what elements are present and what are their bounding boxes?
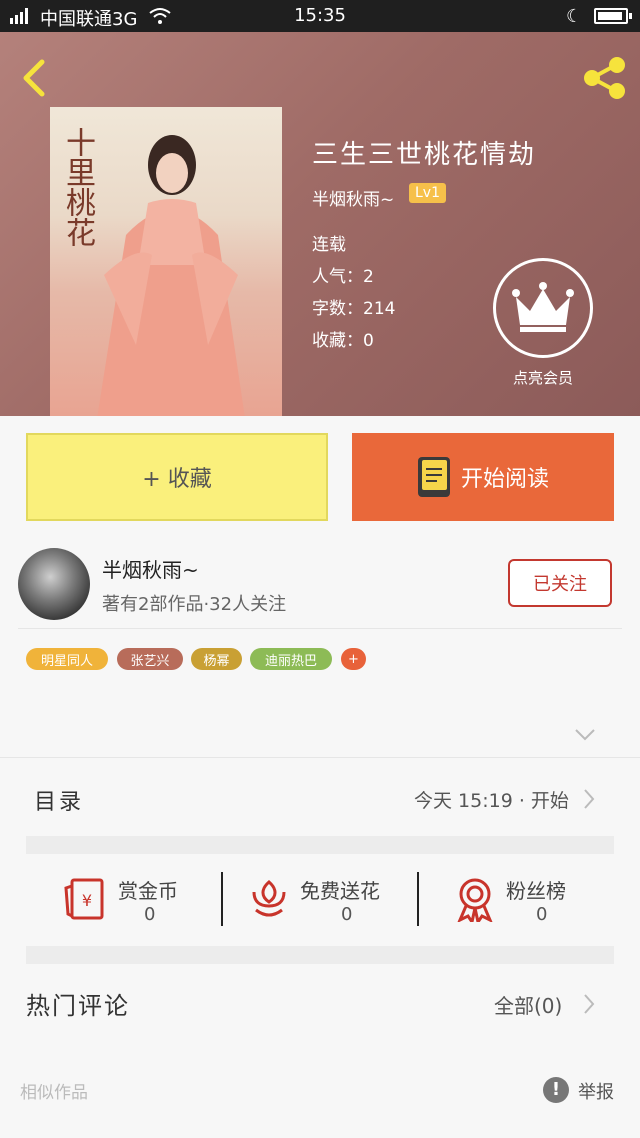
author-summary: 著有2部作品·32人关注 bbox=[102, 594, 287, 615]
tag-chip[interactable]: 杨幂 bbox=[191, 648, 242, 670]
status-bar: 中国联通3G 15:35 ☾ bbox=[0, 0, 640, 32]
divider bbox=[417, 872, 419, 926]
divider bbox=[18, 628, 622, 629]
vip-button[interactable] bbox=[493, 258, 593, 358]
battery-icon bbox=[594, 8, 632, 24]
fan-ranking-value: 0 bbox=[536, 904, 548, 925]
book-author[interactable]: 半烟秋雨~ bbox=[312, 185, 394, 210]
start-reading-label: 开始阅读 bbox=[460, 467, 549, 492]
book-word-count: 字数：214 bbox=[312, 299, 396, 319]
author-avatar[interactable] bbox=[18, 548, 90, 620]
chevron-right-icon[interactable] bbox=[582, 993, 596, 1015]
clock: 15:35 bbox=[294, 5, 346, 26]
follow-button[interactable]: 已关注 bbox=[508, 559, 612, 607]
share-icon[interactable] bbox=[580, 56, 628, 100]
report-button[interactable]: 举报 bbox=[578, 1078, 614, 1104]
free-flowers-value: 0 bbox=[341, 904, 353, 925]
level-badge: Lv1 bbox=[409, 183, 446, 203]
tag-label: 明星同人 bbox=[40, 653, 93, 669]
svg-text:¥: ¥ bbox=[82, 891, 92, 910]
book-cover-image: 十里桃花 bbox=[50, 107, 282, 416]
similar-works-label[interactable]: 相似作品 bbox=[20, 1078, 88, 1103]
all-comments-link[interactable]: 全部(0) bbox=[494, 990, 562, 1019]
follow-label: 已关注 bbox=[533, 574, 587, 595]
chevron-right-icon[interactable] bbox=[582, 788, 596, 810]
collect-label: + 收藏 bbox=[142, 467, 212, 492]
add-tag-label: + bbox=[348, 651, 359, 667]
medal-icon bbox=[457, 878, 493, 922]
tag-label: 杨幂 bbox=[203, 653, 230, 669]
reward-coins-label: 赏金币 bbox=[118, 879, 178, 903]
crown-icon bbox=[512, 282, 574, 332]
back-arrow-icon[interactable] bbox=[18, 58, 50, 98]
divider bbox=[221, 872, 223, 926]
chevron-down-icon[interactable] bbox=[574, 728, 596, 742]
flower-icon bbox=[252, 880, 286, 917]
free-flowers-label: 免费送花 bbox=[300, 879, 380, 903]
cover-calligraphy: 十里桃花 bbox=[60, 127, 95, 247]
alert-icon[interactable]: ! bbox=[543, 1077, 569, 1103]
collect-button[interactable]: + 收藏 bbox=[26, 433, 328, 521]
moon-icon: ☾ bbox=[566, 6, 583, 27]
vip-label[interactable]: 点亮会员 bbox=[493, 367, 593, 388]
start-reading-button[interactable]: 开始阅读 bbox=[352, 433, 614, 521]
divider bbox=[0, 757, 640, 758]
book-title: 三生三世桃花情劫 bbox=[312, 140, 537, 170]
author-name[interactable]: 半烟秋雨~ bbox=[102, 554, 199, 583]
tag-label: 迪丽热巴 bbox=[264, 653, 317, 669]
fan-ranking-label: 粉丝榜 bbox=[506, 879, 566, 903]
cover-figure bbox=[97, 135, 245, 416]
section-separator bbox=[26, 946, 614, 964]
book-favorites: 收藏：0 bbox=[312, 331, 374, 351]
book-popularity: 人气：2 bbox=[312, 267, 374, 287]
fan-ranking-item[interactable]: 粉丝榜 0 bbox=[452, 870, 602, 934]
catalog-label[interactable]: 目录 bbox=[34, 784, 84, 816]
red-envelope-icon: ¥ bbox=[64, 878, 104, 920]
section-separator bbox=[26, 836, 614, 854]
reward-coins-item[interactable]: ¥ 赏金币 0 bbox=[54, 870, 204, 934]
tag-chip[interactable]: 迪丽热巴 bbox=[250, 648, 332, 670]
book-status: 连载 bbox=[312, 235, 346, 255]
book-icon bbox=[417, 457, 450, 497]
hot-comments-heading: 热门评论 bbox=[26, 992, 130, 1020]
add-tag-button[interactable]: + bbox=[341, 648, 366, 670]
free-flowers-item[interactable]: 免费送花 0 bbox=[246, 870, 406, 934]
reward-coins-value: 0 bbox=[144, 904, 156, 925]
catalog-meta[interactable]: 今天 15:19 · 开始 bbox=[414, 786, 569, 813]
tag-chip[interactable]: 明星同人 bbox=[26, 648, 108, 670]
tag-label: 张艺兴 bbox=[130, 653, 170, 669]
tag-chip[interactable]: 张艺兴 bbox=[117, 648, 183, 670]
